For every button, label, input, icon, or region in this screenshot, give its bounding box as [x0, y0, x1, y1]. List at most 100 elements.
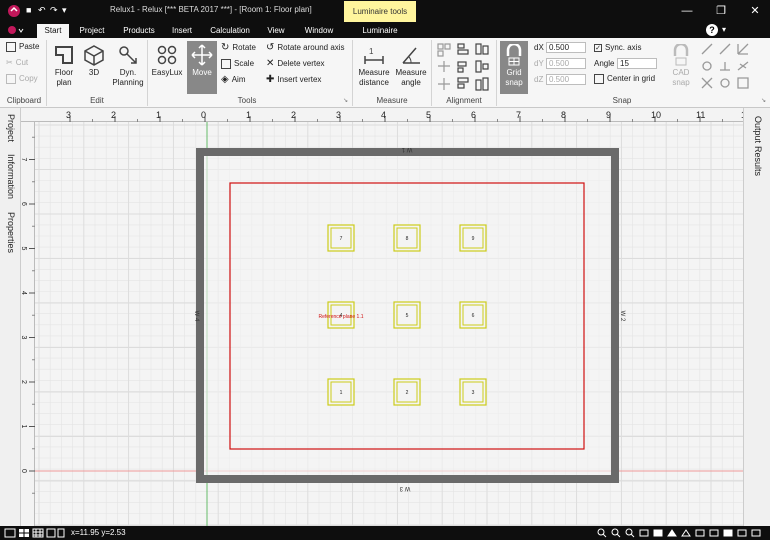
scale-button[interactable]: Scale: [221, 59, 254, 69]
rotate-icon: ↻: [221, 42, 230, 53]
dyn-planning-label-2: Planning: [112, 78, 144, 87]
snap-dialog-launcher-icon[interactable]: ↘: [761, 97, 766, 104]
snap-mode-buttons: [700, 42, 756, 94]
copy-icon: [6, 74, 16, 84]
dyn-planning-label-1: Dyn.: [119, 68, 137, 77]
measure-distance-icon: 1: [364, 47, 384, 64]
copy-button[interactable]: Copy: [6, 74, 38, 84]
rotate-around-axis-label: Rotate around axis: [277, 43, 345, 53]
luminaire[interactable]: 6: [459, 301, 487, 329]
floor-plan-canvas[interactable]: W 1W 3W 4W 2 1 2 3 4 5 6 7 8 9 Reference plane 1.1: [35, 122, 743, 526]
redo-icon[interactable]: ↷: [50, 5, 58, 16]
save-icon[interactable]: ■: [26, 5, 31, 15]
horizontal-ruler: 3210123456789101112: [21, 108, 768, 122]
dy-input[interactable]: 0.500: [546, 58, 586, 69]
alignment-icon-grid: [437, 43, 489, 91]
grid-snap-button[interactable]: Grid snap: [500, 41, 528, 94]
delete-vertex-button[interactable]: ✕ Delete vertex: [266, 59, 325, 69]
tab-luminaire[interactable]: Luminaire: [350, 24, 410, 38]
cursor-coordinates: x=11.95 y=2.53: [71, 528, 126, 537]
app-menu-icon[interactable]: [7, 25, 25, 36]
dyn-planning-button[interactable]: Dyn. Planning: [110, 44, 146, 88]
rotate-axis-icon: ↺: [266, 42, 275, 53]
ruler-v-label: 7: [21, 158, 27, 162]
cut-label: Cut: [15, 58, 29, 68]
clipboard-group-label: Clipboard: [6, 96, 42, 105]
cube-icon: [84, 45, 104, 66]
center-in-grid-button[interactable]: Center in grid: [594, 74, 655, 84]
luminaire[interactable]: 2: [393, 378, 421, 406]
title-bar: ■ ↶ ↷ ▾ Relux1 - Relux [*** BETA 2017 **…: [0, 0, 770, 22]
dyn-planning-icon: [119, 46, 137, 64]
status-tool-icons[interactable]: [596, 528, 766, 538]
tab-view[interactable]: View: [262, 24, 290, 38]
rotate-around-axis-button[interactable]: ↺ Rotate around axis: [266, 43, 345, 53]
luminaire[interactable]: 1: [327, 378, 355, 406]
dx-input[interactable]: 0.500: [546, 42, 586, 53]
tab-window[interactable]: Window: [298, 24, 340, 38]
cut-button[interactable]: ✂ Cut: [6, 58, 28, 68]
svg-text:1: 1: [369, 47, 374, 56]
copy-label: Copy: [19, 74, 38, 84]
undo-icon[interactable]: ↶: [38, 5, 46, 16]
tab-products[interactable]: Products: [116, 24, 162, 38]
3d-button[interactable]: 3D: [82, 44, 106, 78]
floor-plan-svg[interactable]: W 1W 3W 4W 21 2 34 5 67 8 9Reference plane 1.1: [35, 122, 743, 526]
insert-vertex-button[interactable]: ✚ Insert vertex: [266, 75, 321, 85]
angle-input[interactable]: 15: [617, 58, 657, 69]
paste-button[interactable]: Paste: [6, 42, 39, 52]
side-tab-results[interactable]: Results: [753, 146, 763, 176]
aim-icon: ◈: [221, 74, 229, 85]
aim-button[interactable]: ◈ Aim: [221, 75, 245, 85]
sync-axis-checkbox[interactable]: ✓ Sync. axis: [594, 43, 641, 53]
alignment-buttons: [436, 42, 492, 94]
cad-snap-button[interactable]: CAD snap: [666, 44, 696, 88]
snap-group-label: Snap: [612, 96, 632, 105]
scale-icon: [221, 59, 231, 69]
ruler-h-label: 0: [201, 110, 206, 120]
quick-access-dropdown-icon[interactable]: ▾: [62, 5, 67, 16]
measure-distance-button[interactable]: 1 Measure distance: [356, 44, 392, 88]
tab-project[interactable]: Project: [74, 24, 110, 38]
minimize-button[interactable]: —: [676, 3, 698, 19]
luminaire[interactable]: 3: [459, 378, 487, 406]
view-mode-icons[interactable]: [4, 528, 66, 538]
luminaire-id-label: 2: [406, 390, 409, 396]
move-arrows-icon: [191, 44, 213, 66]
dz-input[interactable]: 0.500: [546, 74, 586, 85]
floor-plan-button[interactable]: Floor plan: [50, 44, 78, 88]
ruler-v-label: 4: [21, 291, 27, 295]
floor-plan-label-1: Floor: [54, 68, 74, 77]
tab-insert[interactable]: Insert: [166, 24, 198, 38]
move-label: Move: [192, 68, 212, 77]
easylux-button[interactable]: EasyLux: [151, 44, 183, 78]
snap-mode-icon-grid: [701, 43, 749, 89]
angle-label: Angle: [594, 59, 615, 68]
luminaire-id-label: 1: [340, 390, 343, 396]
luminaire[interactable]: 7: [327, 224, 355, 252]
help-icon[interactable]: ?: [706, 24, 718, 36]
tab-start[interactable]: Start: [37, 24, 69, 38]
ruler-h-label: 9: [606, 110, 611, 120]
help-dropdown-icon[interactable]: ▾: [722, 25, 726, 34]
ruler-h-label: 4: [381, 110, 386, 120]
restore-button[interactable]: ❐: [710, 3, 732, 19]
measure-angle-label-2: angle: [401, 78, 421, 87]
side-tab-information[interactable]: Information: [6, 154, 16, 199]
side-tab-project[interactable]: Project: [6, 114, 16, 142]
move-button[interactable]: Move: [187, 41, 217, 94]
reference-plane-label: Reference plane 1.1: [318, 314, 363, 320]
close-button[interactable]: ✕: [744, 3, 766, 19]
luminaire[interactable]: 9: [459, 224, 487, 252]
side-tab-output[interactable]: Output: [753, 116, 763, 143]
tools-dialog-launcher-icon[interactable]: ↘: [343, 97, 348, 104]
luminaire[interactable]: 8: [393, 224, 421, 252]
cad-snap-icon: [673, 44, 689, 66]
measure-angle-button[interactable]: Measure angle: [393, 44, 429, 88]
luminaire[interactable]: 5: [393, 301, 421, 329]
luminaire-tools-context-label: Luminaire tools: [344, 1, 416, 22]
side-tab-properties[interactable]: Properties: [6, 212, 16, 253]
tab-calculation[interactable]: Calculation: [205, 24, 255, 38]
floor-plan-label-2: plan: [56, 78, 72, 87]
rotate-button[interactable]: ↻ Rotate: [221, 43, 256, 53]
